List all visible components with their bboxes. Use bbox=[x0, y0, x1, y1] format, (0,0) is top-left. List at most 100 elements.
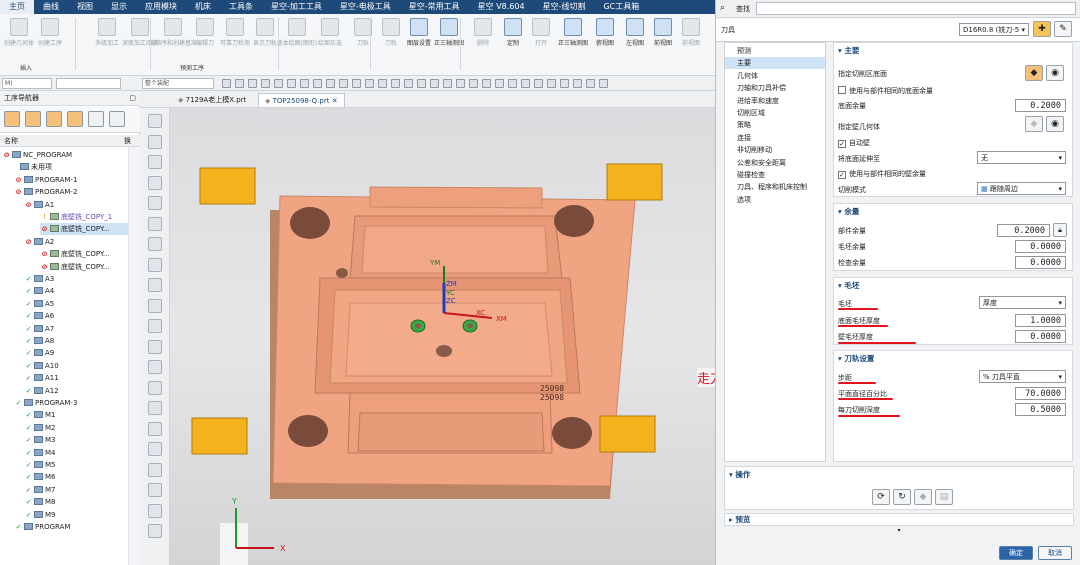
resource-bar-icon[interactable] bbox=[148, 114, 162, 128]
ribbon-button[interactable]: 图层设置 bbox=[404, 14, 434, 47]
resource-bar-icon[interactable] bbox=[148, 319, 162, 333]
toolbar-icon[interactable] bbox=[599, 79, 608, 88]
resource-bar-icon[interactable] bbox=[148, 257, 162, 272]
navigator-row[interactable]: ⊘ PROGRAM-2 bbox=[14, 186, 77, 198]
menu-item[interactable]: 应用模块 bbox=[136, 0, 186, 14]
navigator-row[interactable]: ✓ A12 bbox=[24, 385, 59, 397]
navigator-view-icon[interactable] bbox=[46, 111, 62, 127]
resource-bar-icon[interactable] bbox=[148, 483, 162, 497]
resource-bar-icon[interactable] bbox=[148, 175, 162, 190]
part-stock-input[interactable]: 0.2000 bbox=[997, 224, 1050, 237]
ribbon-button[interactable]: 刀轨 bbox=[376, 14, 406, 47]
ribbon-button[interactable]: 显示刀轨 bbox=[250, 14, 280, 47]
navigator-row[interactable]: ✓ M1 bbox=[24, 409, 56, 421]
resource-bar-icon[interactable] bbox=[148, 196, 162, 210]
toolbar-icon[interactable] bbox=[443, 79, 452, 88]
blank-select[interactable]: 厚度 bbox=[979, 296, 1066, 309]
resource-bar-icon[interactable] bbox=[148, 401, 162, 415]
resource-bar-icon[interactable] bbox=[148, 421, 162, 436]
navigator-row[interactable]: ✓ M4 bbox=[24, 447, 56, 459]
depth-input[interactable]: 0.5000 bbox=[1015, 403, 1066, 416]
resource-bar-icon[interactable] bbox=[148, 278, 162, 292]
navigator-view-icon[interactable] bbox=[88, 111, 104, 127]
toolbar-icon[interactable] bbox=[391, 79, 400, 88]
select-floor-icon[interactable]: ◆ bbox=[1025, 65, 1043, 81]
navigator-row[interactable]: ✓ A3 bbox=[24, 273, 54, 285]
toolbar-icon[interactable] bbox=[586, 79, 595, 88]
navigator-row[interactable]: 未用项 bbox=[10, 161, 52, 173]
blank-combo[interactable] bbox=[56, 78, 121, 89]
tab-file-1[interactable]: ◈ 7129A老上模X.prt bbox=[172, 93, 252, 107]
toolbar-icon[interactable] bbox=[430, 79, 439, 88]
navigator-row[interactable]: ✓ M3 bbox=[24, 434, 56, 446]
find-icon[interactable]: ⌕ bbox=[720, 3, 725, 13]
show-wall-icon[interactable]: ◉ bbox=[1046, 116, 1064, 132]
ribbon-button[interactable]: 创建几何体 bbox=[4, 14, 34, 47]
toolbar-icon[interactable] bbox=[482, 79, 491, 88]
navigator-row[interactable]: ⊘ NC_PROGRAM bbox=[2, 149, 72, 161]
cut-mode-select[interactable]: ▦ 跟随周边 bbox=[977, 182, 1066, 195]
floor-blank-input[interactable]: 1.0000 bbox=[1015, 314, 1066, 327]
show-floor-icon[interactable]: ◉ bbox=[1046, 65, 1064, 81]
ribbon-button[interactable]: 左视图 bbox=[620, 14, 650, 47]
extend-select[interactable]: 无 bbox=[977, 151, 1066, 164]
col-tool[interactable]: 换 bbox=[124, 136, 131, 146]
resource-bar-icon[interactable] bbox=[148, 524, 162, 538]
navigator-row[interactable]: ✓ A10 bbox=[24, 360, 59, 372]
floor-stock-input[interactable]: 0.2000 bbox=[1015, 99, 1066, 112]
dialog-nav-item[interactable]: 刀轴和刀具补偿 bbox=[725, 82, 825, 94]
assembly-scope-combo[interactable]: 整个装配 bbox=[142, 78, 214, 89]
edit-tool-icon[interactable]: ✎ bbox=[1054, 21, 1072, 37]
dialog-nav-item[interactable]: 进给率和速度 bbox=[725, 95, 825, 107]
section-stock-header[interactable]: ▾ 余量 bbox=[838, 206, 859, 218]
use-floor-stock-checkbox[interactable]: 使用与部件相同的底面余量 bbox=[838, 85, 933, 97]
col-name[interactable]: 名称 bbox=[4, 136, 18, 146]
menu-item[interactable]: 主页 bbox=[0, 0, 34, 14]
ok-button[interactable]: 确定 bbox=[999, 546, 1033, 560]
ribbon-button[interactable]: 前视图 bbox=[648, 14, 678, 47]
toolbar-icon[interactable] bbox=[352, 79, 361, 88]
maximize-icon[interactable]: ▢ bbox=[129, 91, 136, 106]
navigator-row[interactable]: ✓ A7 bbox=[24, 323, 54, 335]
navigator-view-icon[interactable] bbox=[109, 111, 125, 127]
toolbar-icon[interactable] bbox=[378, 79, 387, 88]
resource-bar-icon[interactable] bbox=[148, 462, 162, 477]
dialog-nav-item[interactable]: 主要 bbox=[725, 57, 825, 70]
menu-item[interactable]: 星空-电极工具 bbox=[331, 0, 400, 14]
menu-item[interactable]: 星空 V8.604 bbox=[469, 0, 534, 14]
dialog-nav-item[interactable]: 预测 bbox=[725, 45, 825, 57]
dialog-nav-item[interactable]: 切削区域 bbox=[725, 107, 825, 119]
menu-item[interactable]: 曲线 bbox=[34, 0, 68, 14]
navigator-row[interactable]: ✓ M7 bbox=[24, 484, 56, 496]
cancel-button[interactable]: 取消 bbox=[1038, 546, 1072, 560]
menu-item[interactable]: GC工具箱 bbox=[594, 0, 648, 14]
toolbar-icon[interactable] bbox=[365, 79, 374, 88]
ribbon-button[interactable]: 定制 bbox=[498, 14, 528, 47]
ribbon-button[interactable]: 按顺序和创建基准 bbox=[149, 14, 197, 47]
menu-item[interactable]: 星空-加工工具 bbox=[262, 0, 331, 14]
navigator-row[interactable]: ✓ M9 bbox=[24, 509, 56, 521]
replay-icon[interactable]: ↻ bbox=[893, 489, 911, 505]
dialog-nav-item[interactable]: 选项 bbox=[725, 194, 825, 206]
create-tool-icon[interactable]: ✚ bbox=[1033, 21, 1051, 37]
section-path-header[interactable]: ▾ 刀轨设置 bbox=[838, 353, 874, 365]
toolbar-icon[interactable] bbox=[508, 79, 517, 88]
dialog-nav-item[interactable]: 公差和安全距离 bbox=[725, 157, 825, 169]
navigator-row[interactable]: ✓ PROGRAM bbox=[14, 521, 70, 533]
list-icon[interactable]: ▤ bbox=[935, 489, 953, 505]
navigator-row[interactable]: ⊘ PROGRAM-1 bbox=[14, 174, 77, 186]
menu-item[interactable]: 星空-常用工具 bbox=[400, 0, 469, 14]
ribbon-button[interactable]: 基本绘图(图形) bbox=[277, 14, 317, 47]
toolbar-icon[interactable] bbox=[326, 79, 335, 88]
select-wall-icon[interactable]: ◆ bbox=[1025, 116, 1043, 132]
resource-bar-icon[interactable] bbox=[148, 503, 162, 518]
resource-bar-icon[interactable] bbox=[148, 298, 162, 313]
toolbar-icon[interactable] bbox=[300, 79, 309, 88]
dialog-nav-item[interactable]: 碰撞检查 bbox=[725, 169, 825, 181]
menu-item[interactable]: 显示 bbox=[102, 0, 136, 14]
lock-icon[interactable]: 🔒︎ bbox=[1053, 223, 1067, 237]
graphics-viewport[interactable]: YM ZM YC ZC XM XC 25098 25098 Y X bbox=[170, 108, 715, 565]
navigator-row[interactable]: ✓ M8 bbox=[24, 496, 56, 508]
section-main-header[interactable]: ▾ 主要 bbox=[838, 45, 859, 57]
percent-input[interactable]: 70.0000 bbox=[1015, 387, 1066, 400]
